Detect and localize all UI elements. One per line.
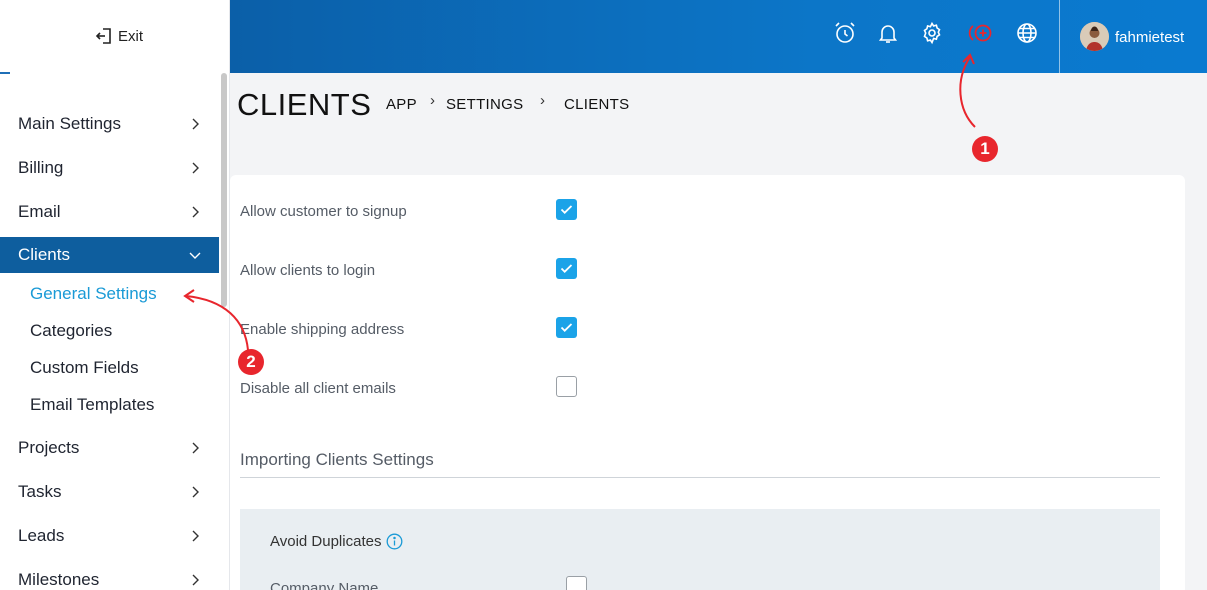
- page-title: CLIENTS: [237, 87, 372, 122]
- option-label-login: Allow clients to login: [240, 262, 376, 279]
- sidebar-subitem-email-templates[interactable]: Email Templates: [30, 395, 154, 415]
- breadcrumb-settings[interactable]: SETTINGS: [446, 96, 523, 113]
- breadcrumb-clients: CLIENTS: [564, 96, 630, 113]
- add-circle-icon[interactable]: [964, 21, 996, 45]
- sidebar: Exit Main Settings Billing Email Clients…: [0, 0, 230, 590]
- breadcrumb-separator-icon: ›: [540, 92, 545, 109]
- checkmark-icon: [560, 264, 573, 273]
- sidebar-item-label: Milestones: [18, 570, 100, 589]
- sidebar-item-projects[interactable]: Projects: [0, 430, 219, 466]
- sidebar-item-label: Billing: [18, 158, 64, 177]
- sidebar-subitem-general-settings[interactable]: General Settings: [30, 284, 157, 304]
- annotation-badge-2: 2: [238, 349, 264, 375]
- shipping-checkbox[interactable]: [556, 317, 577, 338]
- sidebar-scrollbar[interactable]: [221, 73, 227, 307]
- checkmark-icon: [560, 205, 573, 214]
- chevron-down-icon: [189, 252, 201, 259]
- info-icon[interactable]: [386, 533, 403, 550]
- chevron-right-icon: [192, 442, 199, 454]
- exit-underline: [0, 72, 10, 74]
- sidebar-item-billing[interactable]: Billing: [0, 150, 219, 186]
- username[interactable]: fahmietest: [1115, 29, 1184, 46]
- alarm-clock-icon[interactable]: [833, 21, 857, 45]
- checkmark-icon: [560, 323, 573, 332]
- section-divider: [240, 477, 1160, 478]
- exit-label: Exit: [118, 27, 144, 45]
- chevron-right-icon: [192, 486, 199, 498]
- option-label-signup: Allow customer to signup: [240, 203, 407, 220]
- sidebar-item-clients[interactable]: Clients: [0, 237, 219, 273]
- chevron-right-icon: [192, 118, 199, 130]
- company-name-label: Company Name: [270, 580, 379, 590]
- sidebar-subitem-categories[interactable]: Categories: [30, 321, 112, 341]
- option-label-disable-emails: Disable all client emails: [240, 380, 396, 397]
- top-bar: fahmietest: [230, 0, 1207, 73]
- breadcrumb-separator-icon: ›: [430, 92, 435, 109]
- sidebar-item-label: Email: [18, 202, 61, 221]
- bell-icon[interactable]: [876, 21, 900, 45]
- sidebar-item-email[interactable]: Email: [0, 194, 219, 230]
- avatar[interactable]: [1080, 22, 1109, 51]
- sidebar-item-milestones[interactable]: Milestones: [0, 562, 219, 590]
- sidebar-item-label: Projects: [18, 438, 80, 457]
- avoid-duplicates-heading: Avoid Duplicates: [270, 533, 403, 550]
- exit-icon: [95, 28, 111, 44]
- sidebar-subitem-custom-fields[interactable]: Custom Fields: [30, 358, 139, 378]
- sidebar-item-tasks[interactable]: Tasks: [0, 474, 219, 510]
- sidebar-item-main-settings[interactable]: Main Settings: [0, 106, 219, 142]
- company-name-checkbox[interactable]: [566, 576, 587, 590]
- breadcrumb-app[interactable]: APP: [386, 96, 417, 113]
- globe-icon[interactable]: [1015, 21, 1039, 45]
- option-label-shipping: Enable shipping address: [240, 321, 405, 338]
- disable-emails-checkbox[interactable]: [556, 376, 577, 397]
- signup-checkbox[interactable]: [556, 199, 577, 220]
- login-checkbox[interactable]: [556, 258, 577, 279]
- avoid-duplicates-label: Avoid Duplicates: [270, 533, 382, 550]
- chevron-right-icon: [192, 574, 199, 586]
- chevron-right-icon: [192, 162, 199, 174]
- sidebar-item-label: Tasks: [18, 482, 62, 501]
- chevron-right-icon: [192, 206, 199, 218]
- annotation-badge-1: 1: [972, 136, 998, 162]
- sidebar-item-label: Leads: [18, 526, 65, 545]
- chevron-right-icon: [192, 530, 199, 542]
- import-section-title: Importing Clients Settings: [240, 450, 434, 469]
- sidebar-item-label: Main Settings: [18, 114, 121, 133]
- exit-button[interactable]: Exit: [94, 26, 143, 46]
- avatar-image: [1080, 22, 1109, 51]
- sidebar-item-label: Clients: [18, 245, 70, 264]
- gear-icon[interactable]: [920, 21, 944, 45]
- sidebar-item-leads[interactable]: Leads: [0, 518, 219, 554]
- topbar-divider: [1059, 0, 1060, 73]
